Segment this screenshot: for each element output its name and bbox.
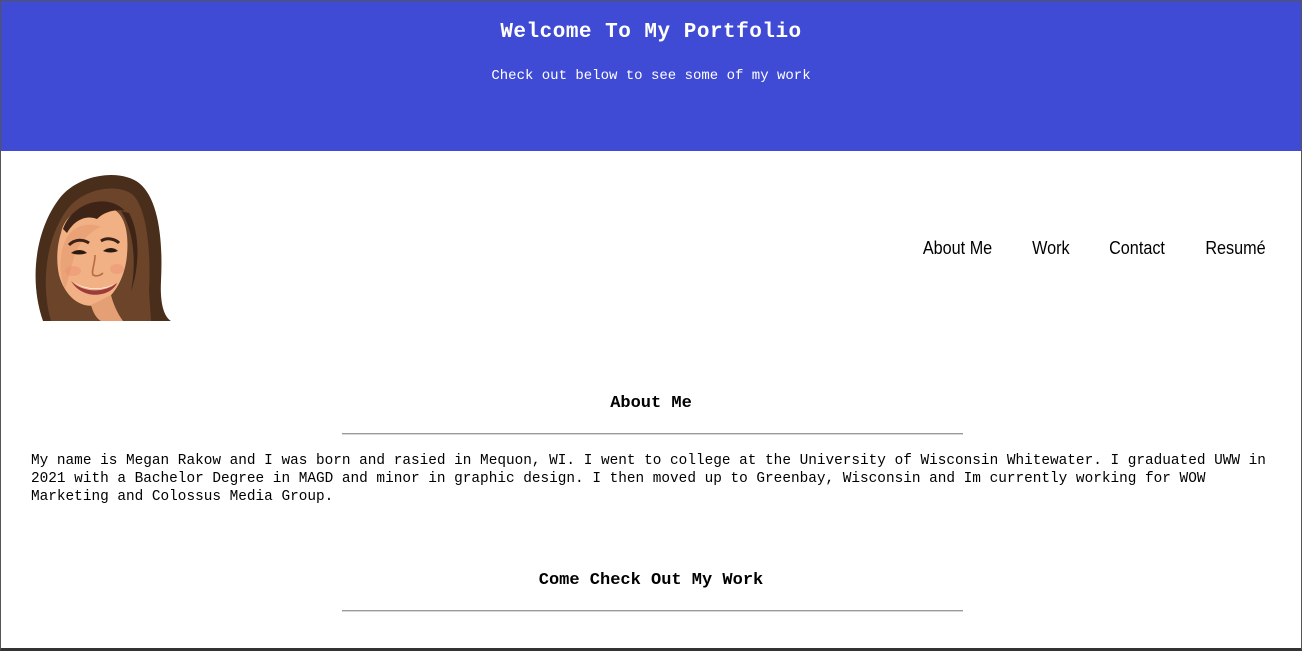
about-body: My name is Megan Rakow and I was born an… xyxy=(31,453,1266,505)
portfolio-page: Welcome To My Portfolio Check out below … xyxy=(0,0,1302,651)
avatar xyxy=(35,175,171,321)
nav-link-about-me[interactable]: About Me xyxy=(923,236,992,261)
work-divider xyxy=(342,610,963,612)
hero-subtitle: Check out below to see some of my work xyxy=(491,68,811,84)
hero-banner: Welcome To My Portfolio Check out below … xyxy=(1,1,1301,151)
nav-link-work[interactable]: Work xyxy=(1032,236,1070,261)
nav-link-resume[interactable]: Resumé xyxy=(1205,236,1265,261)
about-divider xyxy=(342,433,963,435)
hero-title: Welcome To My Portfolio xyxy=(500,21,802,44)
nav-link-contact[interactable]: Contact xyxy=(1109,236,1165,261)
about-heading: About Me xyxy=(610,394,692,413)
main-nav: About Me Work Contact Resumé xyxy=(885,236,1269,261)
work-heading: Come Check Out My Work xyxy=(538,571,764,590)
